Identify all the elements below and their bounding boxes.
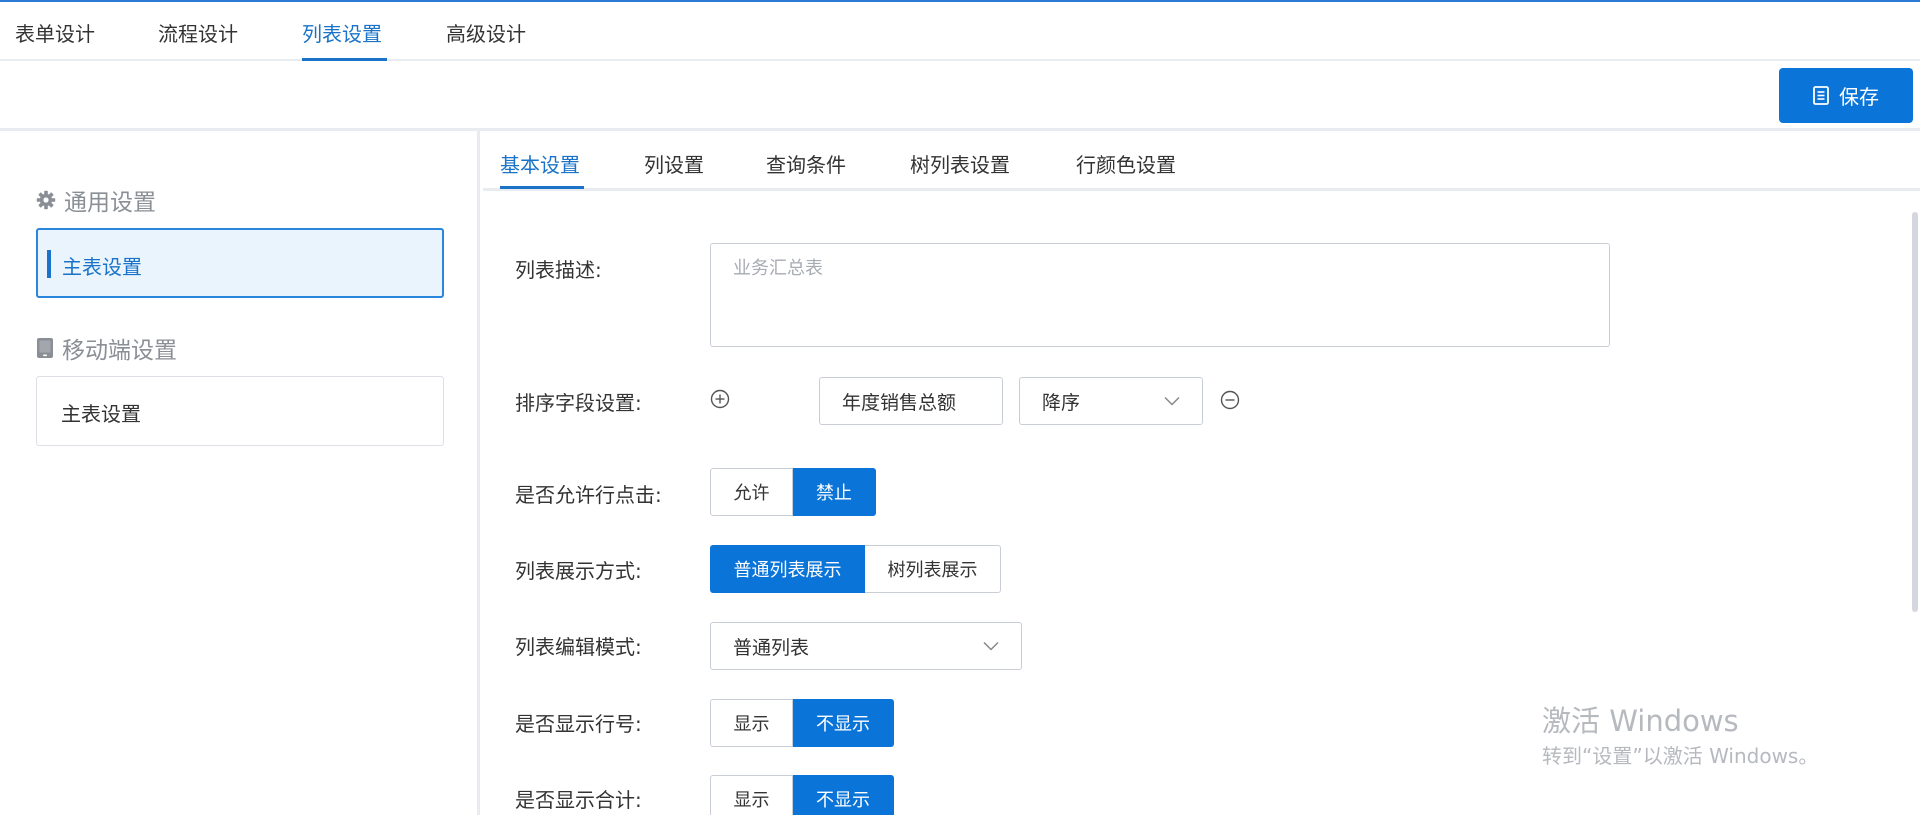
sort-order-select[interactable]: 降序 <box>1019 377 1203 425</box>
sort-field-input[interactable]: 年度销售总额 <box>819 377 1003 425</box>
left-item-label: 主表设置 <box>62 255 142 279</box>
tab-form-design[interactable]: 表单设计 <box>15 18 95 47</box>
row-number-show-button[interactable]: 显示 <box>710 699 793 747</box>
top-tab-bar: 表单设计 流程设计 列表设置 高级设计 <box>0 2 1920 61</box>
section-title-label: 通用设置 <box>64 190 156 216</box>
left-item-main-table-general[interactable]: 主表设置 <box>36 228 444 298</box>
left-settings-panel: 通用设置 主表设置 移动端设置 主表设置 <box>0 131 480 815</box>
description-textarea[interactable]: 业务汇总表 <box>710 243 1610 347</box>
section-general-settings: 通用设置 <box>36 183 156 217</box>
windows-activation-subtitle: 转到“设置”以激活 Windows。 <box>1542 744 1819 768</box>
left-item-main-table-mobile[interactable]: 主表设置 <box>36 376 444 446</box>
tab-advanced-design[interactable]: 高级设计 <box>446 18 526 47</box>
sort-field-label: 排序字段设置: <box>515 391 642 415</box>
save-button[interactable]: 保存 <box>1779 68 1913 123</box>
tab-basic-settings[interactable]: 基本设置 <box>500 149 580 178</box>
tab-flow-design[interactable]: 流程设计 <box>158 18 238 47</box>
display-mode-normal-button[interactable]: 普通列表展示 <box>710 545 865 593</box>
display-mode-toggle: 普通列表展示 树列表展示 <box>710 545 1001 593</box>
sort-order-value: 降序 <box>1042 391 1081 414</box>
tab-list-settings[interactable]: 列表设置 <box>302 18 382 47</box>
gear-icon <box>36 190 56 210</box>
document-icon <box>1813 86 1829 105</box>
section-mobile-settings: 移动端设置 <box>36 331 177 365</box>
sub-tab-bar: 基本设置 列设置 查询条件 树列表设置 行颜色设置 <box>483 131 1920 191</box>
description-label: 列表描述: <box>515 258 602 282</box>
show-total-show-button[interactable]: 显示 <box>710 775 793 815</box>
vertical-scrollbar[interactable] <box>1912 212 1918 612</box>
row-click-toggle: 允许 禁止 <box>710 468 876 516</box>
show-total-hide-button[interactable]: 不显示 <box>793 775 894 815</box>
edit-mode-value: 普通列表 <box>733 636 810 659</box>
plus-circle-icon[interactable] <box>710 389 730 409</box>
active-item-marker <box>47 250 51 278</box>
row-click-deny-button[interactable]: 禁止 <box>793 468 876 516</box>
sort-field-value: 年度销售总额 <box>842 391 957 414</box>
save-button-label: 保存 <box>1839 85 1879 109</box>
show-total-label: 是否显示合计: <box>515 788 642 812</box>
mobile-icon <box>36 337 54 359</box>
display-mode-tree-button[interactable]: 树列表展示 <box>865 545 1001 593</box>
chevron-down-icon <box>983 641 999 651</box>
left-item-label: 主表设置 <box>61 402 141 426</box>
row-number-label: 是否显示行号: <box>515 712 642 736</box>
section-title-label: 移动端设置 <box>62 338 177 364</box>
toolbar: 保存 <box>0 61 1920 131</box>
active-sub-tab-indicator <box>500 186 584 189</box>
tab-query-conditions[interactable]: 查询条件 <box>766 149 846 178</box>
edit-mode-label: 列表编辑模式: <box>515 635 642 659</box>
row-click-allow-button[interactable]: 允许 <box>710 468 793 516</box>
tab-tree-list-settings[interactable]: 树列表设置 <box>910 149 1010 178</box>
chevron-down-icon <box>1164 396 1180 406</box>
minus-circle-icon[interactable] <box>1220 390 1240 410</box>
row-number-toggle: 显示 不显示 <box>710 699 894 747</box>
row-number-hide-button[interactable]: 不显示 <box>793 699 894 747</box>
display-mode-label: 列表展示方式: <box>515 559 642 583</box>
show-total-toggle: 显示 不显示 <box>710 775 894 815</box>
tab-row-color-settings[interactable]: 行颜色设置 <box>1076 149 1176 178</box>
edit-mode-select[interactable]: 普通列表 <box>710 622 1022 670</box>
windows-activation-title: 激活 Windows <box>1542 704 1739 738</box>
tab-column-settings[interactable]: 列设置 <box>644 149 704 178</box>
row-click-label: 是否允许行点击: <box>515 483 662 507</box>
